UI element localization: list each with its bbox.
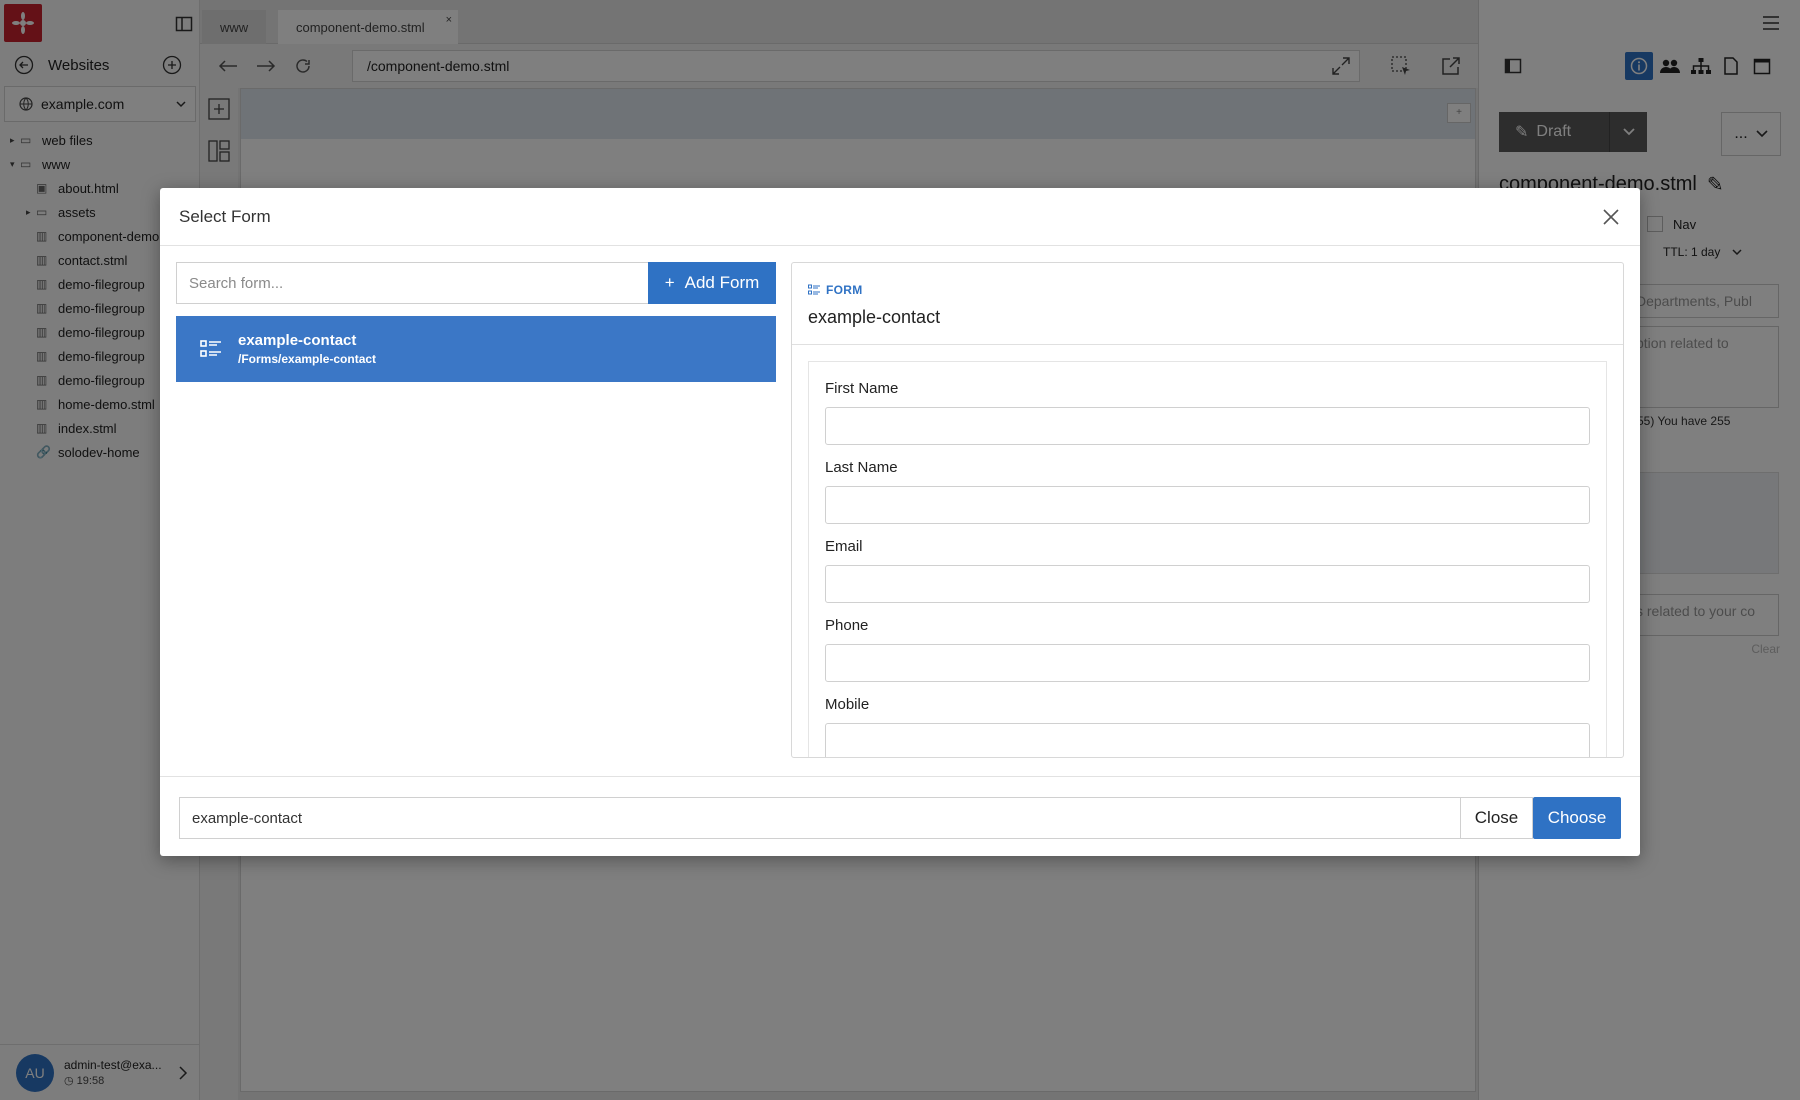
select-form-modal: Select Form + Add Form example-contact/Fo…: [160, 188, 1640, 856]
field-input[interactable]: [825, 486, 1590, 524]
form-list: example-contact/Forms/example-contact: [176, 316, 776, 382]
field-label: Mobile: [825, 696, 870, 713]
preview-field: First Name: [825, 380, 1590, 445]
close-button[interactable]: Close: [1461, 797, 1533, 839]
form-icon: [808, 284, 820, 296]
search-row: + Add Form: [176, 262, 776, 304]
modal-header: Select Form: [160, 188, 1640, 246]
plus-icon: +: [664, 273, 675, 292]
close-icon[interactable]: [1598, 204, 1624, 230]
preview-field: Email: [825, 538, 1590, 603]
modal-title: Select Form: [179, 206, 271, 226]
form-list-icon: [200, 339, 222, 359]
preview-kind: FORM: [826, 283, 863, 297]
preview-field: Mobile: [825, 696, 1590, 757]
field-label: Email: [825, 538, 863, 555]
preview-header: FORM example-contact: [792, 263, 1623, 345]
preview-form-name: example-contact: [808, 307, 941, 327]
add-form-label: Add Form: [684, 273, 760, 292]
form-path: /Forms/example-contact: [238, 352, 377, 366]
field-input[interactable]: [825, 407, 1590, 445]
add-form-button[interactable]: + Add Form: [648, 262, 776, 304]
preview-form-body: First Name Last Name Email Phone Mobile: [808, 361, 1607, 757]
field-label: First Name: [825, 380, 899, 397]
selected-form-field[interactable]: example-contact: [179, 797, 1461, 839]
field-input[interactable]: [825, 644, 1590, 682]
modal-footer: example-contact Close Choose: [160, 776, 1640, 856]
field-input[interactable]: [825, 723, 1590, 757]
search-input[interactable]: [176, 262, 648, 304]
preview-field: Phone: [825, 617, 1590, 682]
preview-field: Last Name: [825, 459, 1590, 524]
form-name: example-contact: [238, 332, 357, 349]
form-preview: FORM example-contact First Name Last Name…: [791, 262, 1624, 758]
modal-body: + Add Form example-contact/Forms/example-…: [160, 246, 1640, 776]
field-input[interactable]: [825, 565, 1590, 603]
field-label: Phone: [825, 617, 869, 634]
choose-button[interactable]: Choose: [1533, 797, 1621, 839]
field-label: Last Name: [825, 459, 898, 476]
form-list-item[interactable]: example-contact/Forms/example-contact: [176, 316, 776, 382]
